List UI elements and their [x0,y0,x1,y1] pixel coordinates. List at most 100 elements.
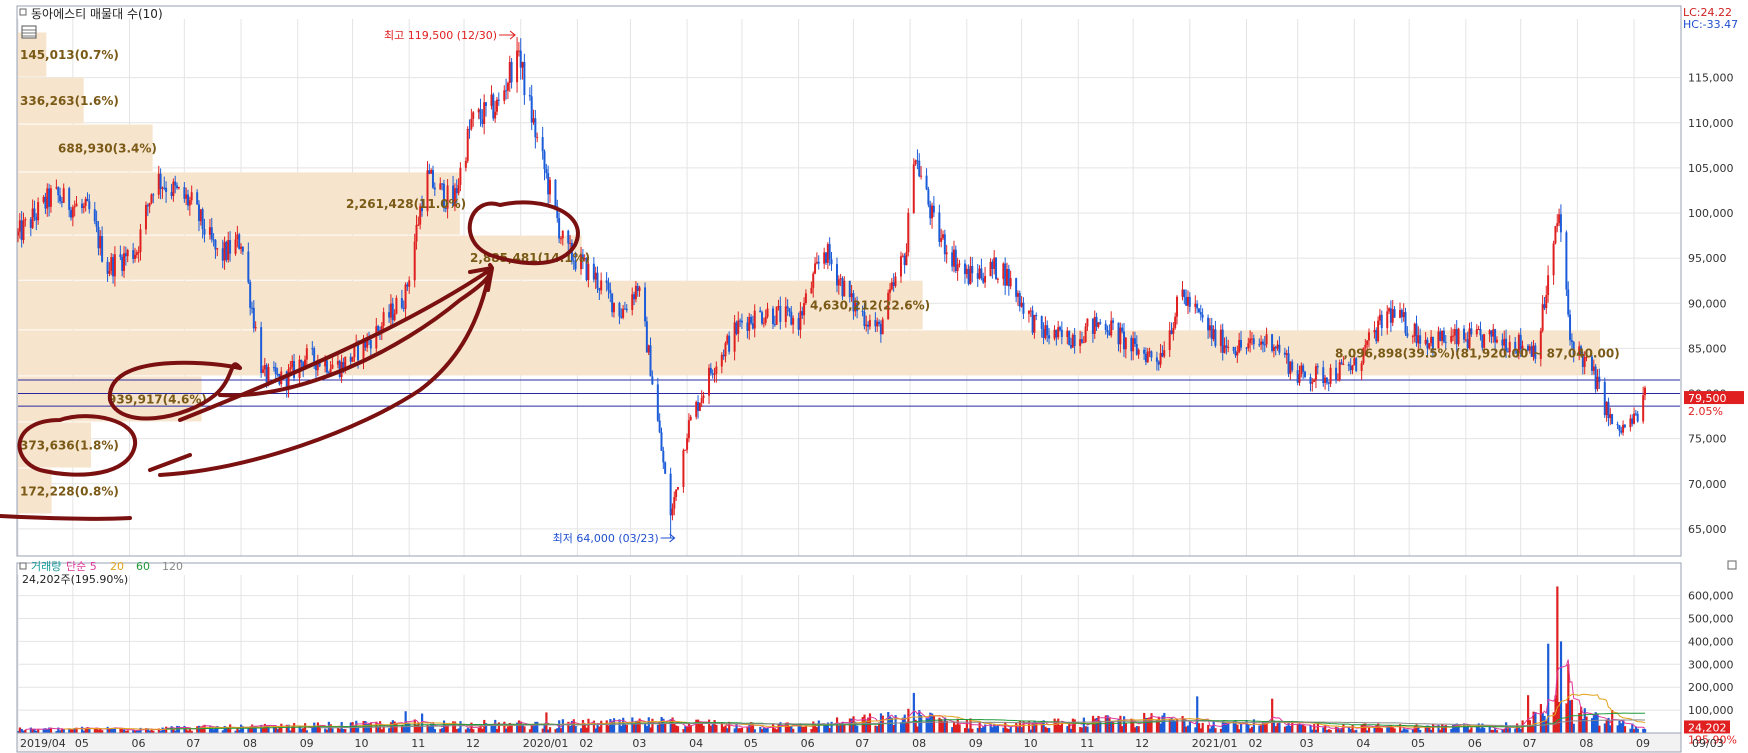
candle-body [393,313,396,321]
candle-body [49,188,52,207]
candle-body [905,252,908,266]
volume-bar [1572,723,1575,733]
candle-body [1232,346,1235,351]
candle-body [1274,347,1277,349]
candle-body [1236,352,1239,356]
candle-body [739,320,742,322]
time-axis-label: 11 [411,737,425,750]
candle-body [879,323,882,335]
candle-body [1104,323,1107,331]
candle-body [300,359,303,363]
candle-body [305,348,308,360]
candle-body [1057,327,1060,338]
candle-body [746,322,749,331]
candle-body [675,489,678,497]
candle-body [1289,361,1292,374]
candle-body [1239,340,1242,348]
candle-body [867,324,870,327]
candle-body [1095,316,1098,327]
candle-body [673,496,676,509]
candle-body [481,119,484,125]
candle-body [686,438,689,450]
volume-bar [920,715,923,733]
candle-body [651,376,654,385]
candle-body [1325,377,1328,383]
candle-body [1541,304,1544,331]
candle-body [1342,364,1345,366]
volume-bar [1086,726,1089,733]
candle-body [492,94,495,119]
candle-body [559,238,562,240]
volume-bar [433,729,437,733]
time-axis-label: 02 [579,737,593,750]
chart-title: 동아에스티 매물대 수(10) [31,7,163,21]
volume-bar [1048,727,1051,733]
volume-bar [1367,727,1371,733]
candle-body [823,252,826,264]
candle-body [1329,367,1332,384]
candle-body [1121,327,1124,332]
candle-body [863,311,866,327]
price-tick-label: 70,000 [1688,478,1727,491]
candle-body [735,322,738,334]
hc-label: HC:-33.47 [1683,18,1738,31]
candle-body [60,201,63,203]
candle-body [1055,329,1058,338]
price-tick-label: 115,000 [1688,72,1734,85]
candle-body [622,308,625,318]
candle-body [311,348,314,350]
candle-body [1249,338,1252,344]
candle-body [826,244,829,263]
candle-body [903,255,906,266]
time-axis-label: 2021/01 [1192,737,1238,750]
candle-body [1402,312,1405,318]
candle-body [236,234,239,240]
candle-body [265,364,268,383]
volume-bar [280,723,283,733]
volume-bar [37,729,40,733]
candle-body [172,181,175,196]
candle-body [611,293,614,313]
candle-body [1265,334,1268,345]
volume-bar [587,718,590,733]
candle-body [676,487,679,490]
volume-bar [600,720,603,733]
candle-body [187,194,190,206]
candle-body [1545,295,1548,309]
candle-body [1552,243,1555,276]
candle-body [843,280,846,297]
candle-body [598,288,601,291]
candle-body [702,395,705,398]
candle-body [1609,414,1612,419]
candle-body [1388,308,1391,312]
candle-body [249,282,252,308]
candle-body [620,316,623,318]
candle-body [402,307,405,309]
candle-body [638,287,641,291]
volume-bar [664,724,667,733]
candle-body [163,187,166,189]
volume-bar [62,729,65,733]
candle-body [700,397,703,403]
candle-body [1225,345,1228,348]
candle-body [914,160,917,165]
candle-body [609,289,612,294]
candle-body [1631,418,1634,424]
candle-body [839,278,842,280]
candle-body [967,268,970,284]
candle-body [46,188,49,209]
candle-body [1185,297,1188,306]
candle-body [1143,349,1146,354]
candle-body [395,298,398,314]
candle-body [327,372,330,374]
candle-body [625,308,628,311]
candle-body [658,420,661,433]
candle-body [750,316,753,324]
candle-body [1018,293,1021,307]
candle-body [148,202,151,207]
candle-body [1155,357,1158,362]
candle-body [1430,336,1433,344]
candle-body [925,175,928,190]
candle-body [720,354,723,367]
candle-body [1250,338,1253,340]
